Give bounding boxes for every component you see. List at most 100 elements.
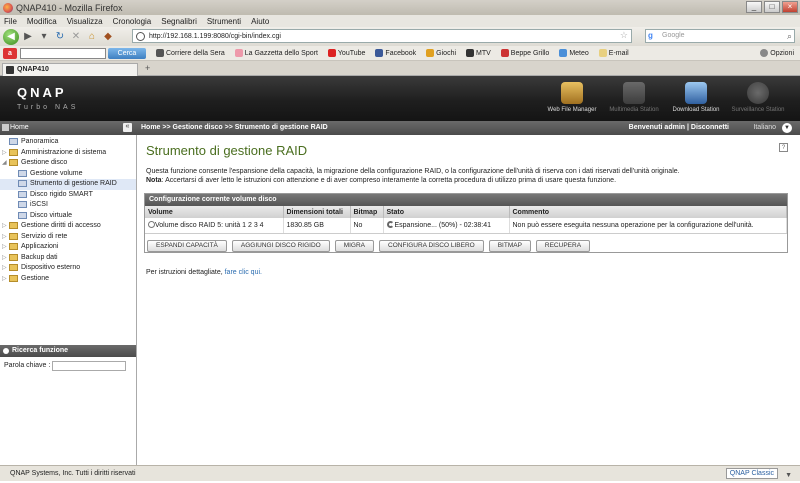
- bitmap-button[interactable]: BITMAP: [488, 240, 531, 252]
- home-link[interactable]: Home: [10, 124, 29, 131]
- menu-visualizza[interactable]: Visualizza: [67, 17, 103, 26]
- expand-icon[interactable]: ▷: [2, 242, 8, 252]
- bookmark-mtv[interactable]: MTV: [466, 49, 491, 57]
- history-dropdown-icon[interactable]: ▾: [37, 30, 51, 44]
- opzioni-button[interactable]: Opzioni: [760, 49, 794, 57]
- menu-strumenti[interactable]: Strumenti: [207, 17, 241, 26]
- sidebar-item-gestione-disco[interactable]: ◢ Gestione disco: [0, 158, 136, 169]
- back-button[interactable]: ◀: [3, 28, 19, 45]
- turbo-nas-label: Turbo NAS: [17, 104, 79, 111]
- menu-aiuto[interactable]: Aiuto: [251, 17, 269, 26]
- search-panel-title: Ricerca funzione: [12, 347, 69, 354]
- bookmark-corriere[interactable]: Corriere della Sera: [156, 49, 225, 57]
- sidebar-item-backup-dati[interactable]: ▷ Backup dati: [0, 253, 136, 264]
- sidebar-item-smart[interactable]: Disco rigido SMART: [0, 190, 136, 201]
- footnote-text: Per istruzioni dettagliate,: [146, 269, 225, 276]
- sidebar-item-diritti-accesso[interactable]: ▷ Gestione diritti di accesso: [0, 221, 136, 232]
- expand-icon[interactable]: ▷: [2, 263, 8, 273]
- sidebar-item-amministrazione[interactable]: ▷ Amministrazione di sistema: [0, 148, 136, 159]
- web-file-manager-button[interactable]: Web File Manager: [544, 82, 600, 119]
- close-window-button[interactable]: ×: [782, 1, 798, 13]
- qnap-classic-select[interactable]: QNAP Classic: [725, 468, 778, 479]
- bookmark-star-icon[interactable]: ☆: [620, 30, 628, 41]
- download-station-button[interactable]: Download Station: [668, 82, 724, 119]
- col-commento: Commento: [509, 206, 787, 218]
- cerca-button[interactable]: Cerca: [108, 47, 146, 59]
- bookmark-email[interactable]: E-mail: [598, 49, 629, 57]
- gazzetta-icon: [234, 49, 243, 57]
- expand-icon[interactable]: ▷: [2, 274, 8, 284]
- search-panel-icon: [3, 348, 9, 354]
- tab-bar: QNAP410 +: [0, 61, 800, 76]
- sidebar-item-dispositivo-esterno[interactable]: ▷ Dispositivo esterno: [0, 263, 136, 274]
- volume-radio[interactable]: [148, 221, 155, 229]
- table-row[interactable]: Volume disco RAID 5: unità 1 2 3 4 1830.…: [145, 218, 787, 234]
- sidebar-item-gestione[interactable]: ▷ Gestione: [0, 274, 136, 285]
- espandi-capacita-button[interactable]: ESPANDI CAPACITÀ: [147, 240, 227, 252]
- bitmap-cell: No: [350, 218, 384, 234]
- expand-icon[interactable]: ▷: [2, 221, 8, 231]
- maximize-button[interactable]: □: [764, 1, 780, 13]
- qnap-logo: QNAP: [17, 85, 67, 100]
- google-icon: g: [648, 31, 653, 40]
- address-bar[interactable]: http://192.168.1.199:8080/cgi-bin/index.…: [132, 29, 632, 43]
- sidebar: Panoramica ▷ Amministrazione di sistema ◢…: [0, 135, 137, 465]
- bookmark-youtube[interactable]: YouTube: [327, 49, 365, 57]
- collapse-sidebar-button[interactable]: «: [123, 123, 132, 132]
- sidebar-item-disco-virtuale[interactable]: Disco virtuale: [0, 211, 136, 222]
- help-icon[interactable]: ?: [779, 143, 788, 152]
- home-button[interactable]: ⌂: [85, 30, 99, 44]
- language-dropdown-icon[interactable]: ▼: [782, 123, 792, 133]
- instructions-link[interactable]: fare clic qui.: [225, 269, 262, 276]
- collapse-icon[interactable]: ◢: [2, 158, 8, 168]
- folder-icon: [9, 232, 18, 240]
- note-text: : Accertarsi di aver letto le istruzioni…: [161, 176, 617, 184]
- sidebar-item-applicazioni[interactable]: ▷ Applicazioni: [0, 242, 136, 253]
- menu-file[interactable]: File: [4, 17, 17, 26]
- menu-cronologia[interactable]: Cronologia: [113, 17, 152, 26]
- bookmark-giochi[interactable]: Giochi: [426, 49, 456, 57]
- volume-cell[interactable]: Volume disco RAID 5: unità 1 2 3 4: [145, 218, 284, 234]
- action-buttons: ESPANDI CAPACITÀ AGGIUNGI DISCO RIGIDO M…: [147, 240, 591, 252]
- aggiungi-disco-button[interactable]: AGGIUNGI DISCO RIGIDO: [231, 240, 330, 252]
- sidebar-item-iscsi[interactable]: iSCSI: [0, 200, 136, 211]
- corriere-icon: [156, 49, 164, 57]
- description: Questa funzione consente l'espansione de…: [146, 168, 786, 185]
- expand-icon[interactable]: ▷: [2, 253, 8, 263]
- welcome-logout[interactable]: Benvenuti admin | Disconnetti: [629, 124, 729, 131]
- bookmark-meteo[interactable]: Meteo: [559, 49, 589, 57]
- multimedia-station-button[interactable]: Multimedia Station: [606, 82, 662, 119]
- search-icon[interactable]: ⌕: [787, 30, 792, 42]
- mtv-icon: [466, 49, 475, 57]
- menu-segnalibri[interactable]: Segnalibri: [161, 17, 197, 26]
- copyright-text: QNAP Systems, Inc. Tutti i diritti riser…: [10, 470, 136, 477]
- menu-modifica[interactable]: Modifica: [27, 17, 57, 26]
- facebook-icon: [375, 49, 384, 57]
- language-label[interactable]: Italiano: [753, 124, 776, 131]
- sidebar-item-gestione-volume[interactable]: Gestione volume: [0, 169, 136, 180]
- configura-disco-libero-button[interactable]: CONFIGURA DISCO LIBERO: [379, 240, 484, 252]
- bookmark-gazzetta[interactable]: La Gazzetta dello Sport: [234, 49, 318, 57]
- minimize-button[interactable]: _: [746, 1, 762, 13]
- virtual-disk-icon: [18, 211, 27, 219]
- recupera-button[interactable]: RECUPERA: [535, 240, 591, 252]
- forward-button[interactable]: ▶: [21, 30, 35, 44]
- stop-button[interactable]: ✕: [69, 30, 83, 44]
- sidebar-item-raid-tool[interactable]: Strumento di gestione RAID: [0, 179, 136, 190]
- migra-button[interactable]: MIGRA: [334, 240, 375, 252]
- new-tab-button[interactable]: +: [145, 63, 150, 73]
- sidebar-item-panoramica[interactable]: Panoramica: [0, 137, 136, 148]
- expand-icon[interactable]: ▷: [2, 148, 8, 158]
- reload-button[interactable]: ↻: [53, 30, 67, 44]
- keyword-input[interactable]: [52, 361, 126, 371]
- bookmark-facebook[interactable]: Facebook: [375, 49, 416, 57]
- status-bar: QNAP Systems, Inc. Tutti i diritti riser…: [0, 465, 800, 481]
- addon-icon[interactable]: ◆: [101, 30, 115, 44]
- bookmark-beppe-grillo[interactable]: Beppe Grillo: [500, 49, 549, 57]
- surveillance-station-button[interactable]: Surveillance Station: [730, 82, 786, 119]
- expand-icon[interactable]: ▷: [2, 232, 8, 242]
- ask-search-input[interactable]: [20, 47, 106, 59]
- search-box[interactable]: g Google ⌕: [645, 29, 795, 43]
- tab-qnap410[interactable]: QNAP410: [2, 63, 138, 76]
- sidebar-item-servizio-rete[interactable]: ▷ Servizio di rete: [0, 232, 136, 243]
